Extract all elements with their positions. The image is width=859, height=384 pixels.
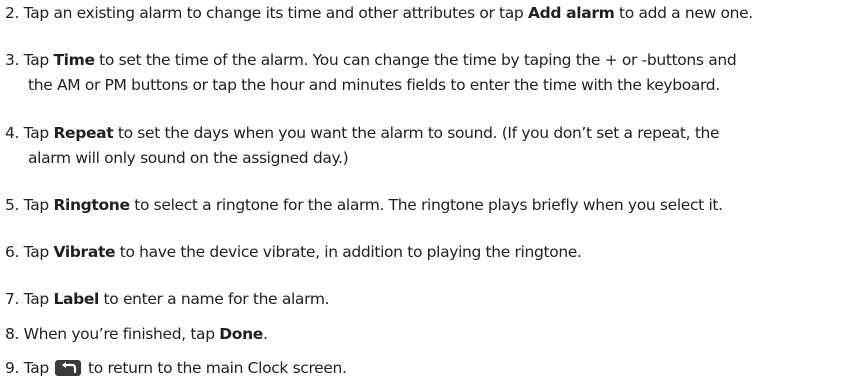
step-text: Tap an existing alarm to change its time… bbox=[23, 4, 528, 22]
step-text: Tap bbox=[23, 290, 54, 308]
step-text: Tap bbox=[23, 359, 54, 377]
step-keyword: Time bbox=[53, 51, 95, 69]
step-5: 5. Tap Ringtone to select a ringtone for… bbox=[5, 193, 850, 218]
step-text: Tap bbox=[23, 51, 54, 69]
step-4: 4. Tap Repeat to set the days when you w… bbox=[5, 121, 850, 171]
step-text: When you’re finished, tap bbox=[23, 325, 220, 343]
step-keyword: Ringtone bbox=[53, 196, 130, 214]
step-8: 8. When you’re finished, tap Done. bbox=[5, 322, 850, 347]
step-text: to set the time of the alarm. You can ch… bbox=[94, 51, 737, 69]
step-text: to set the days when you want the alarm … bbox=[113, 124, 720, 142]
step-text: to add a new one. bbox=[614, 4, 753, 22]
step-text: to enter a name for the alarm. bbox=[98, 290, 330, 308]
step-text: Tap bbox=[23, 196, 54, 214]
step-text: Tap bbox=[23, 124, 54, 142]
step-text: Tap bbox=[23, 243, 54, 261]
step-text: to select a ringtone for the alarm. The … bbox=[129, 196, 723, 214]
step-number: 5. bbox=[5, 196, 20, 214]
step-keyword: Done bbox=[219, 325, 263, 343]
step-number: 4. bbox=[5, 124, 20, 142]
step-number: 2. bbox=[5, 4, 20, 22]
step-keyword: Label bbox=[53, 290, 99, 308]
step-text: to return to the main Clock screen. bbox=[83, 359, 347, 377]
step-keyword: Add alarm bbox=[528, 4, 615, 22]
step-2: 2. Tap an existing alarm to change its t… bbox=[5, 1, 850, 26]
step-text-continued: the AM or PM buttons or tap the hour and… bbox=[28, 76, 720, 94]
step-number: 3. bbox=[5, 51, 20, 69]
step-7: 7. Tap Label to enter a name for the ala… bbox=[5, 287, 850, 312]
step-number: 6. bbox=[5, 243, 20, 261]
step-keyword: Repeat bbox=[53, 124, 114, 142]
step-text: . bbox=[262, 325, 268, 343]
step-keyword: Vibrate bbox=[53, 243, 116, 261]
step-number: 7. bbox=[5, 290, 20, 308]
step-3: 3. Tap Time to set the time of the alarm… bbox=[5, 48, 850, 98]
step-number: 8. bbox=[5, 325, 20, 343]
step-text-continued: alarm will only sound on the assigned da… bbox=[28, 149, 349, 167]
back-arrow-icon bbox=[55, 360, 82, 376]
step-text: to have the device vibrate, in addition … bbox=[115, 243, 582, 261]
step-6: 6. Tap Vibrate to have the device vibrat… bbox=[5, 240, 850, 265]
step-number: 9. bbox=[5, 359, 20, 377]
step-9: 9. Tap to return to the main Clock scree… bbox=[5, 356, 850, 381]
